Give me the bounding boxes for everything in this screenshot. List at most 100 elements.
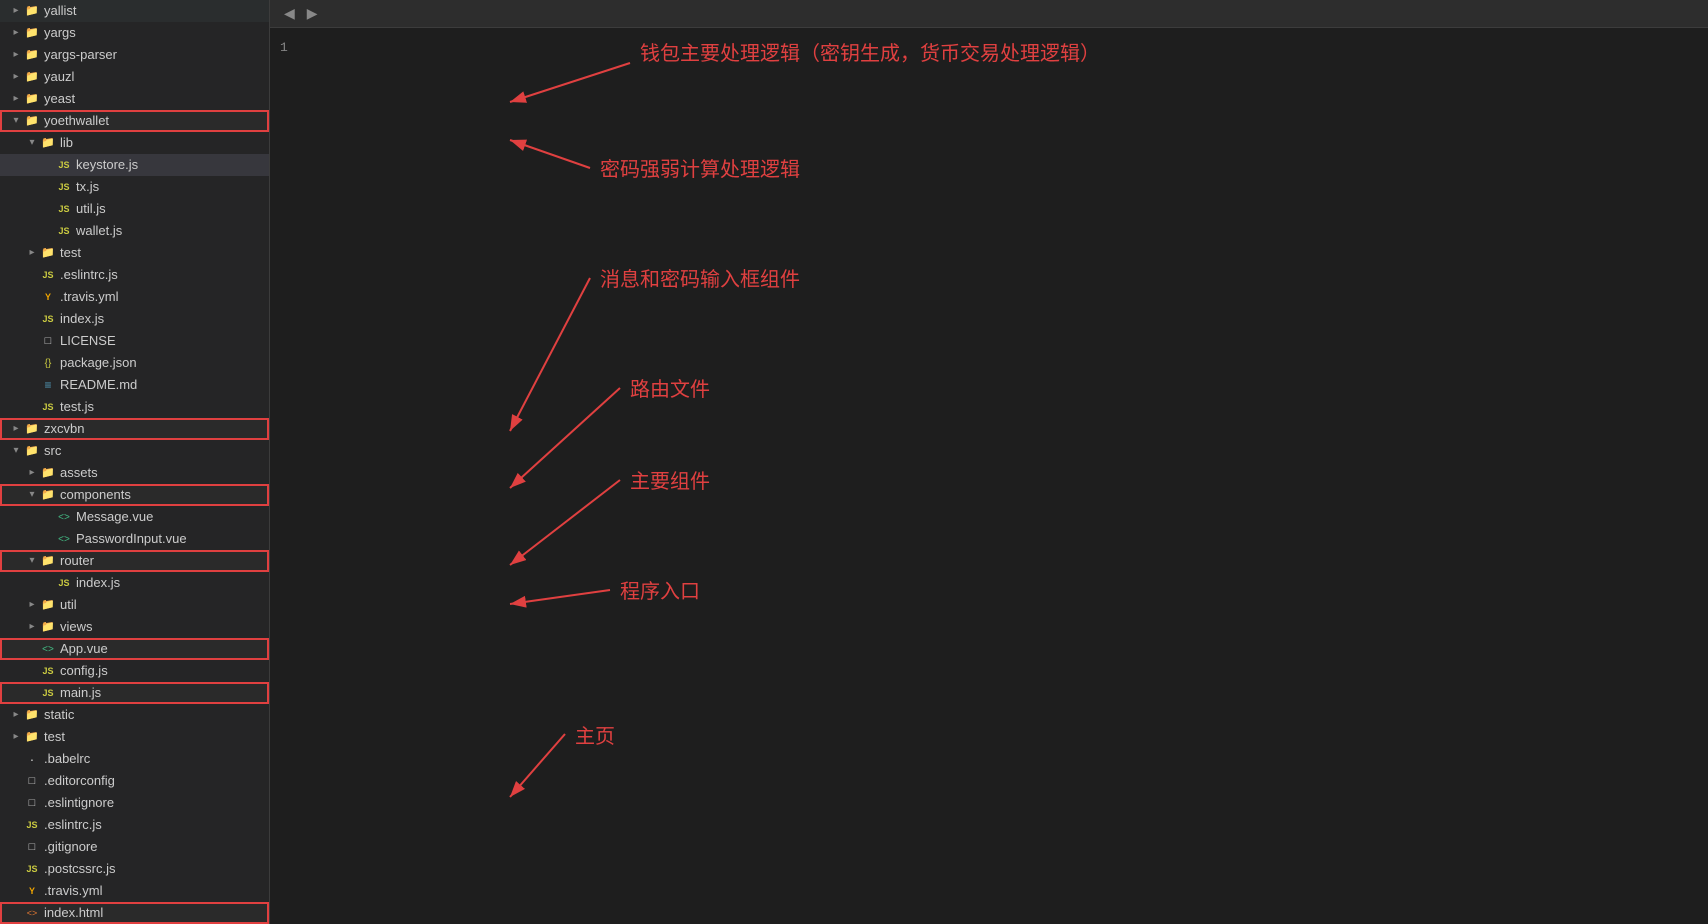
- icon-yauzl: 📁: [24, 69, 40, 85]
- sidebar-item-yargs-parser[interactable]: 📁yargs-parser: [0, 44, 269, 66]
- tree-arrow-components: [24, 487, 40, 503]
- icon-.eslintignore: □: [24, 795, 40, 811]
- sidebar-item-wallet.js[interactable]: JSwallet.js: [0, 220, 269, 242]
- sidebar-item-.gitignore[interactable]: □.gitignore: [0, 836, 269, 858]
- sidebar-item-test.js[interactable]: JStest.js: [0, 396, 269, 418]
- forward-button[interactable]: ▶: [301, 3, 324, 24]
- sidebar-item-.travis.yml-root[interactable]: Y.travis.yml: [0, 880, 269, 902]
- icon-Message.vue: <>: [56, 509, 72, 525]
- sidebar-item-yeast[interactable]: 📁yeast: [0, 88, 269, 110]
- label-.eslintignore: .eslintignore: [44, 792, 114, 814]
- editor-area: ◀ ▶ 1 钱包主要处理逻辑（密钥生成，货币交易处理逻辑） 密码强弱计算处理逻辑…: [270, 0, 1708, 924]
- label-.babelrc: .babelrc: [44, 748, 90, 770]
- sidebar-item-.editorconfig[interactable]: □.editorconfig: [0, 770, 269, 792]
- sidebar-item-test[interactable]: 📁test: [0, 242, 269, 264]
- sidebar-item-.eslintrc.js[interactable]: JS.eslintrc.js: [0, 264, 269, 286]
- sidebar-item-zxcvbn[interactable]: 📁zxcvbn: [0, 418, 269, 440]
- sidebar-item-.babelrc[interactable]: ·.babelrc: [0, 748, 269, 770]
- sidebar-item-util[interactable]: 📁util: [0, 594, 269, 616]
- label-.gitignore: .gitignore: [44, 836, 97, 858]
- icon-assets: 📁: [40, 465, 56, 481]
- icon-.travis.yml: Y: [40, 289, 56, 305]
- icon-test-root: 📁: [24, 729, 40, 745]
- line-number-1: 1: [280, 38, 288, 59]
- sidebar-item-components[interactable]: 📁components: [0, 484, 269, 506]
- icon-index.js: JS: [40, 311, 56, 327]
- sidebar-item-LICENSE[interactable]: □LICENSE: [0, 330, 269, 352]
- icon-util.js: JS: [56, 201, 72, 217]
- sidebar-item-router[interactable]: 📁router: [0, 550, 269, 572]
- label-router: router: [60, 550, 94, 572]
- sidebar-item-.travis.yml[interactable]: Y.travis.yml: [0, 286, 269, 308]
- tree-arrow-yallist: [8, 3, 24, 19]
- label-package.json: package.json: [60, 352, 137, 374]
- label-index.js: index.js: [60, 308, 104, 330]
- label-.travis.yml-root: .travis.yml: [44, 880, 103, 902]
- icon-package.json: {}: [40, 355, 56, 371]
- sidebar-item-.eslintignore[interactable]: □.eslintignore: [0, 792, 269, 814]
- icon-.gitignore: □: [24, 839, 40, 855]
- label-yallist: yallist: [44, 0, 77, 22]
- icon-router-index.js: JS: [56, 575, 72, 591]
- label-test-root: test: [44, 726, 65, 748]
- sidebar-item-App.vue[interactable]: <>App.vue: [0, 638, 269, 660]
- sidebar-item-package.json[interactable]: {}package.json: [0, 352, 269, 374]
- icon-.eslintrc.js-root: JS: [24, 817, 40, 833]
- label-util.js: util.js: [76, 198, 106, 220]
- label-test: test: [60, 242, 81, 264]
- icon-README.md: ≡: [40, 377, 56, 393]
- label-components: components: [60, 484, 131, 506]
- tree-arrow-test-root: [8, 729, 24, 745]
- icon-yallist: 📁: [24, 3, 40, 19]
- icon-static: 📁: [24, 707, 40, 723]
- sidebar-item-views[interactable]: 📁views: [0, 616, 269, 638]
- sidebar-item-index.html[interactable]: <>index.html: [0, 902, 269, 924]
- sidebar-item-index.js[interactable]: JSindex.js: [0, 308, 269, 330]
- tree-arrow-yargs: [8, 25, 24, 41]
- icon-tx.js: JS: [56, 179, 72, 195]
- icon-router: 📁: [40, 553, 56, 569]
- sidebar-item-lib[interactable]: 📁lib: [0, 132, 269, 154]
- label-yoethwallet: yoethwallet: [44, 110, 109, 132]
- sidebar-item-keystore.js[interactable]: JSkeystore.js: [0, 154, 269, 176]
- sidebar-item-config.js[interactable]: JSconfig.js: [0, 660, 269, 682]
- sidebar-item-static[interactable]: 📁static: [0, 704, 269, 726]
- sidebar-item-src[interactable]: 📁src: [0, 440, 269, 462]
- icon-App.vue: <>: [40, 641, 56, 657]
- label-wallet.js: wallet.js: [76, 220, 122, 242]
- sidebar-item-.eslintrc.js-root[interactable]: JS.eslintrc.js: [0, 814, 269, 836]
- icon-lib: 📁: [40, 135, 56, 151]
- tree-arrow-util: [24, 597, 40, 613]
- tree-arrow-src: [8, 443, 24, 459]
- sidebar-item-test-root[interactable]: 📁test: [0, 726, 269, 748]
- icon-zxcvbn: 📁: [24, 421, 40, 437]
- annotation-password-logic: 密码强弱计算处理逻辑: [600, 158, 800, 181]
- sidebar-item-util.js[interactable]: JSutil.js: [0, 198, 269, 220]
- label-yargs-parser: yargs-parser: [44, 44, 117, 66]
- label-config.js: config.js: [60, 660, 108, 682]
- label-yauzl: yauzl: [44, 66, 74, 88]
- sidebar-item-main.js[interactable]: JSmain.js: [0, 682, 269, 704]
- sidebar-item-yargs[interactable]: 📁yargs: [0, 22, 269, 44]
- annotation-main-component: 主要组件: [630, 470, 710, 493]
- label-.postcssrc.js: .postcssrc.js: [44, 858, 116, 880]
- tree-arrow-assets: [24, 465, 40, 481]
- sidebar-item-tx.js[interactable]: JStx.js: [0, 176, 269, 198]
- sidebar-item-yallist[interactable]: 📁yallist: [0, 0, 269, 22]
- sidebar-item-PasswordInput.vue[interactable]: <>PasswordInput.vue: [0, 528, 269, 550]
- sidebar-item-.postcssrc.js[interactable]: JS.postcssrc.js: [0, 858, 269, 880]
- annotation-program-entry: 程序入口: [620, 580, 700, 603]
- label-yeast: yeast: [44, 88, 75, 110]
- back-button[interactable]: ◀: [278, 3, 301, 24]
- label-App.vue: App.vue: [60, 638, 108, 660]
- label-PasswordInput.vue: PasswordInput.vue: [76, 528, 187, 550]
- label-src: src: [44, 440, 61, 462]
- sidebar-item-router-index.js[interactable]: JSindex.js: [0, 572, 269, 594]
- sidebar-item-Message.vue[interactable]: <>Message.vue: [0, 506, 269, 528]
- icon-test.js: JS: [40, 399, 56, 415]
- file-tree[interactable]: 📁yallist📁yargs📁yargs-parser📁yauzl📁yeast📁…: [0, 0, 270, 924]
- sidebar-item-yauzl[interactable]: 📁yauzl: [0, 66, 269, 88]
- sidebar-item-README.md[interactable]: ≡README.md: [0, 374, 269, 396]
- sidebar-item-yoethwallet[interactable]: 📁yoethwallet: [0, 110, 269, 132]
- sidebar-item-assets[interactable]: 📁assets: [0, 462, 269, 484]
